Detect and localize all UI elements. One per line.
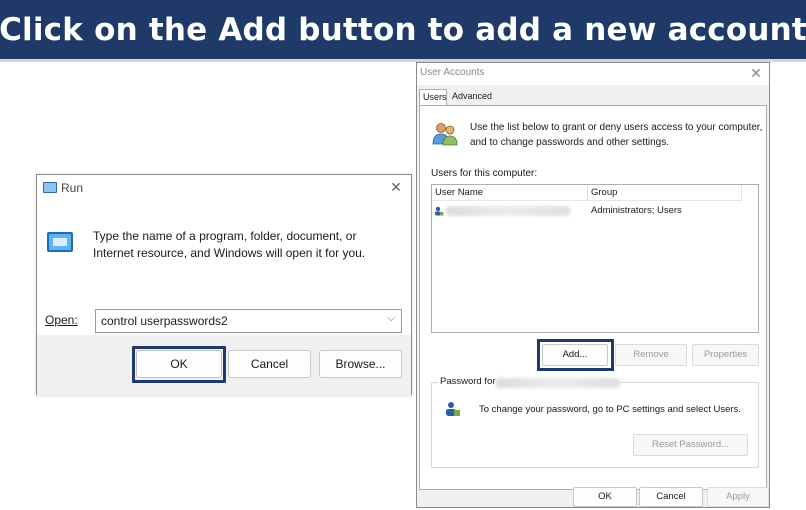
users-tab-panel: Use the list below to grant or deny user… [419, 105, 767, 490]
users-list-header: User Name Group [432, 185, 742, 201]
run-program-icon [47, 232, 73, 252]
run-body: Type the name of a program, folder, docu… [37, 202, 411, 336]
run-ok-button[interactable]: OK [136, 350, 222, 378]
open-label-text: Open: [45, 313, 78, 327]
run-icon [43, 182, 57, 193]
run-description: Type the name of a program, folder, docu… [93, 229, 366, 260]
ua-title: User Accounts [420, 67, 485, 78]
users-icon [432, 123, 458, 146]
chevron-down-icon[interactable]: ⌵ [387, 313, 395, 324]
redacted-user-name [446, 206, 570, 216]
password-instructions: To change your password, go to PC settin… [479, 404, 741, 415]
run-titlebar[interactable]: Run ✕ [37, 175, 411, 201]
run-footer: OK Cancel Browse... [37, 335, 411, 395]
close-icon[interactable]: ✕ [389, 180, 403, 194]
user-row-icon [435, 206, 444, 216]
table-row-group[interactable]: Administrators; Users [591, 205, 682, 216]
tab-users[interactable]: Users [419, 89, 447, 106]
column-separator[interactable] [587, 185, 588, 201]
open-input-value[interactable]: control userpasswords2 [101, 314, 228, 328]
user-accounts-dialog: User Accounts ✕ Users Advanced Use the l… [416, 62, 770, 508]
add-user-button[interactable]: Add... [542, 344, 608, 366]
run-dialog: Run ✕ Type the name of a program, folder… [36, 174, 412, 395]
run-cancel-button[interactable]: Cancel [228, 350, 311, 378]
run-browse-button[interactable]: Browse... [319, 350, 402, 378]
column-group[interactable]: Group [591, 187, 617, 198]
password-group: Password for To change your password, go… [431, 376, 759, 468]
open-label: Open: [45, 313, 78, 327]
users-listview[interactable]: User Name Group Administrators; Users [431, 184, 759, 333]
properties-button[interactable]: Properties [692, 344, 759, 366]
user-key-icon [446, 402, 460, 416]
close-icon[interactable]: ✕ [749, 66, 763, 80]
redacted-account-name [496, 378, 620, 388]
ua-titlebar[interactable]: User Accounts ✕ [417, 63, 769, 85]
reset-password-button[interactable]: Reset Password... [633, 434, 748, 456]
column-user-name[interactable]: User Name [435, 187, 483, 198]
ua-apply-button[interactable]: Apply [707, 487, 769, 507]
banner-text: Click on the Add button to add a new acc… [0, 11, 806, 48]
tab-advanced[interactable]: Advanced [449, 89, 497, 105]
password-group-label: Password for [438, 376, 498, 387]
ua-ok-button[interactable]: OK [573, 487, 637, 507]
ua-description: Use the list below to grant or deny user… [470, 122, 763, 148]
run-title: Run [61, 181, 84, 195]
remove-user-button[interactable]: Remove [615, 344, 687, 366]
ua-cancel-button[interactable]: Cancel [639, 487, 703, 507]
open-combobox[interactable]: control userpasswords2 ⌵ [95, 309, 402, 333]
instruction-banner: Click on the Add button to add a new acc… [0, 0, 806, 62]
users-list-label: Users for this computer: [431, 168, 538, 179]
column-separator[interactable] [741, 185, 742, 201]
